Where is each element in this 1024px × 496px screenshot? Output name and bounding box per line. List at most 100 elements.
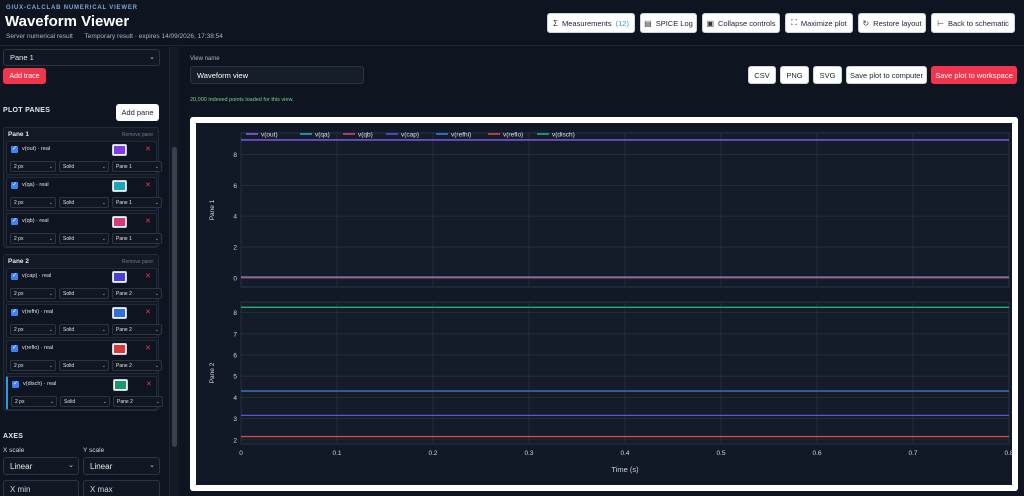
back-to-schematic-button[interactable]: ⊢ Back to schematic xyxy=(931,13,1015,33)
trace-width-select[interactable]: 2 px ⌄ xyxy=(10,197,56,208)
remove-trace-icon[interactable]: ✕ xyxy=(145,272,151,280)
y-tick-label: 8 xyxy=(233,152,237,159)
trace-pane-select[interactable]: Pane 2 ⌄ xyxy=(112,324,162,335)
measurements-button[interactable]: Σ Measurements (12) xyxy=(547,13,635,33)
remove-trace-icon[interactable]: ✕ xyxy=(145,308,151,316)
x-tick-label: 0.6 xyxy=(812,450,821,457)
x-tick-label: 0.3 xyxy=(524,450,533,457)
view-name-input[interactable]: Waveform view xyxy=(190,66,364,84)
chevron-down-icon: ⌄ xyxy=(48,327,53,333)
x-scale-select[interactable]: Linear ⌄ xyxy=(3,457,79,475)
export-svg-button[interactable]: SVG xyxy=(813,66,842,84)
add-trace-button[interactable]: Add trace xyxy=(3,68,46,84)
trace-pane-select[interactable]: Pane 2 ⌄ xyxy=(112,288,162,299)
trace-visible-checkbox[interactable]: ✓ xyxy=(11,182,18,189)
y-tick-label: 5 xyxy=(233,374,237,381)
remove-trace-icon[interactable]: ✕ xyxy=(145,181,151,189)
legend-entry[interactable]: v(qa) xyxy=(315,132,330,139)
trace-visible-checkbox[interactable]: ✓ xyxy=(12,381,19,388)
trace-pane-select[interactable]: Pane 1 ⌄ xyxy=(112,161,162,172)
legend-entry[interactable]: v(refhi) xyxy=(451,132,471,139)
trace-visible-checkbox[interactable]: ✓ xyxy=(11,146,18,153)
chevron-down-icon: ⌄ xyxy=(101,327,106,333)
trace-color-picker[interactable] xyxy=(112,307,127,319)
trace-pane-select[interactable]: Pane 1 ⌄ xyxy=(112,197,162,208)
scrollbar-thumb[interactable] xyxy=(172,147,177,447)
legend-entry[interactable]: v(cap) xyxy=(401,132,419,139)
trace-color-picker[interactable] xyxy=(112,271,127,283)
trace-visible-checkbox[interactable]: ✓ xyxy=(11,345,18,352)
chevron-down-icon: ⌄ xyxy=(101,164,106,170)
trace-color-picker[interactable] xyxy=(112,216,127,228)
legend-entry[interactable]: v(qb) xyxy=(358,132,373,139)
trace-style-select[interactable]: Solid ⌄ xyxy=(60,396,110,407)
remove-trace-icon[interactable]: ✕ xyxy=(145,344,151,352)
remove-trace-icon[interactable]: ✕ xyxy=(146,380,152,388)
trace-pane-select[interactable]: Pane 2 ⌄ xyxy=(113,396,163,407)
save-to-computer-button[interactable]: Save plot to computer xyxy=(846,66,927,84)
trace-width-select[interactable]: 2 px ⌄ xyxy=(10,233,56,244)
x-tick-label: 0.1 xyxy=(332,450,341,457)
chevron-down-icon: ⌄ xyxy=(154,291,159,297)
x-min-input[interactable]: X min xyxy=(3,480,79,496)
trace-width-select[interactable]: 2 px ⌄ xyxy=(10,288,56,299)
chevron-down-icon: ⌄ xyxy=(154,200,159,206)
result-source: Server numerical result xyxy=(6,33,73,40)
app-header: GIUX-CALCLAB NUMERICAL VIEWER Waveform V… xyxy=(0,0,1024,46)
trace-width-select[interactable]: 2 px ⌄ xyxy=(10,161,56,172)
legend-entry[interactable]: v(disch) xyxy=(552,132,575,139)
trace-visible-checkbox[interactable]: ✓ xyxy=(11,273,18,280)
legend-entry[interactable]: v(out) xyxy=(261,132,278,139)
page-title: Waveform Viewer xyxy=(5,13,130,30)
trace-pane-select[interactable]: Pane 2 ⌄ xyxy=(112,360,162,371)
trace-row: ✓ v(out) · real ✕ 2 px ⌄ Solid ⌄ Pane 1 ⌄ xyxy=(6,141,162,175)
trace-style-select[interactable]: Solid ⌄ xyxy=(59,288,109,299)
waveform-plot[interactable]: 02468Pane 12345678Pane 20 0.1 0.2 0.3 0.4 0.5… xyxy=(190,117,1018,491)
trace-row: ✓ v(qa) · real ✕ 2 px ⌄ Solid ⌄ Pane 1 ⌄ xyxy=(6,177,162,211)
chevron-down-icon: ⌄ xyxy=(149,462,155,469)
add-pane-button[interactable]: Add pane xyxy=(116,104,159,121)
chevron-down-icon: ⌄ xyxy=(48,200,53,206)
trace-visible-checkbox[interactable]: ✓ xyxy=(11,218,18,225)
spice-log-button[interactable]: ▤ SPICE Log xyxy=(640,13,697,33)
trace-width-select[interactable]: 2 px ⌄ xyxy=(10,360,56,371)
trace-pane-select[interactable]: Pane 1 ⌄ xyxy=(112,233,162,244)
trace-style-select[interactable]: Solid ⌄ xyxy=(59,161,109,172)
export-png-button[interactable]: PNG xyxy=(780,66,809,84)
remove-pane-button[interactable]: Remove pane xyxy=(122,132,153,138)
chevron-down-icon: ⌄ xyxy=(48,291,53,297)
save-to-workspace-button[interactable]: Save plot to workspace xyxy=(931,66,1017,84)
y-scale-label: Y scale xyxy=(83,447,105,454)
trace-style-select[interactable]: Solid ⌄ xyxy=(59,233,109,244)
color-swatch xyxy=(114,182,125,190)
remove-pane-button[interactable]: Remove pane xyxy=(122,259,153,265)
trace-row: ✓ v(refhi) · real ✕ 2 px ⌄ Solid ⌄ Pane 2 ⌄ xyxy=(6,304,162,338)
export-csv-button[interactable]: CSV xyxy=(748,66,776,84)
x-tick-label: 0.2 xyxy=(428,450,437,457)
maximize-plot-button[interactable]: ⛶ Maximize plot xyxy=(785,13,853,33)
schematic-icon: ⊢ xyxy=(937,18,945,28)
remove-trace-icon[interactable]: ✕ xyxy=(145,145,151,153)
status-message: 20,000 indexed points loaded for this vi… xyxy=(190,97,294,103)
trace-color-picker[interactable] xyxy=(113,379,128,391)
maximize-icon: ⛶ xyxy=(791,18,797,27)
trace-style-select[interactable]: Solid ⌄ xyxy=(59,197,109,208)
legend-entry[interactable]: v(reflo) xyxy=(503,132,523,139)
trace-color-picker[interactable] xyxy=(112,180,127,192)
trace-color-picker[interactable] xyxy=(112,343,127,355)
chevron-down-icon: ⌄ xyxy=(48,236,53,242)
trace-style-select[interactable]: Solid ⌄ xyxy=(59,360,109,371)
y-scale-select[interactable]: Linear ⌄ xyxy=(83,457,160,475)
restore-layout-button[interactable]: ↻ Restore layout xyxy=(858,13,926,33)
trace-style-select[interactable]: Solid ⌄ xyxy=(59,324,109,335)
trace-width-select[interactable]: 2 px ⌄ xyxy=(11,396,57,407)
y-axis-label: Pane 2 xyxy=(209,362,216,383)
sidebar-scrollbar[interactable] xyxy=(170,47,179,496)
trace-visible-checkbox[interactable]: ✓ xyxy=(11,309,18,316)
remove-trace-icon[interactable]: ✕ xyxy=(145,217,151,225)
trace-width-select[interactable]: 2 px ⌄ xyxy=(10,324,56,335)
collapse-controls-button[interactable]: ▣ Collapse controls xyxy=(702,13,780,33)
pane-select[interactable]: Pane 1 ⌄ xyxy=(3,49,160,66)
trace-color-picker[interactable] xyxy=(112,144,127,156)
x-max-input[interactable]: X max xyxy=(83,480,160,496)
